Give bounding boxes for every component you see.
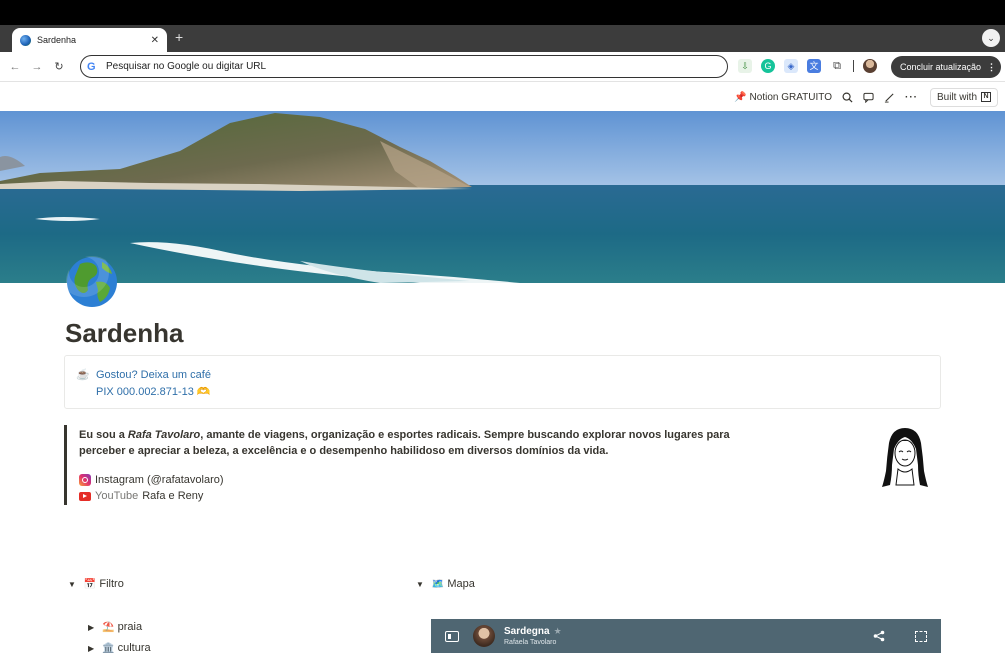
coffee-link[interactable]: Gostou? Deixa um café <box>96 369 211 381</box>
edit-pencil-icon[interactable] <box>884 92 895 103</box>
map-embed-header: Sardegna ★ Rafaela Tavolaro <box>431 619 941 653</box>
calendar-icon: 📅 <box>83 578 97 590</box>
notion-plan-label: Notion GRATUITO <box>749 91 832 103</box>
map-embed-titles: Sardegna ★ Rafaela Tavolaro <box>504 624 562 648</box>
more-vert-icon: ⋮ <box>987 61 997 72</box>
map-title: Sardegna <box>504 626 550 637</box>
back-button[interactable]: ← <box>4 61 26 73</box>
browser-tab[interactable]: Sardenha ✕ <box>12 28 167 52</box>
toggle-cultura-label: cultura <box>117 642 151 653</box>
os-top-bar <box>0 0 1005 25</box>
search-icon[interactable] <box>842 92 853 103</box>
toggle-collapsed-icon[interactable]: ▶ <box>88 623 94 632</box>
new-tab-button[interactable]: + <box>175 29 183 45</box>
extensions-area: ⇩ G ◈ 文 ⧉ <box>738 59 877 73</box>
update-button[interactable]: Concluir atualização ⋮ <box>891 56 1001 78</box>
more-options-icon[interactable]: ··· <box>905 92 918 103</box>
built-with-label: Built with <box>936 91 977 103</box>
pix-link[interactable]: PIX 000.002.871-13 🫶 <box>96 385 211 398</box>
google-icon: G <box>87 60 96 73</box>
profile-avatar-icon[interactable] <box>863 59 877 73</box>
toggle-cultura[interactable]: ▶ 🏛️ cultura <box>88 642 151 653</box>
author-avatar <box>473 625 495 647</box>
extensions-puzzle-icon[interactable]: ⧉ <box>830 59 844 73</box>
youtube-label: Rafa e Reny <box>142 490 204 502</box>
bio-name: Rafa Tavolaro <box>127 429 201 441</box>
beach-umbrella-icon: ⛱️ <box>102 621 115 633</box>
pushpin-icon: 📌 <box>734 91 747 103</box>
address-bar-placeholder: Pesquisar no Google ou digitar URL <box>106 61 267 72</box>
map-icon: 🗺️ <box>431 578 445 590</box>
notion-logo-icon: N <box>981 92 991 102</box>
extension-download-icon[interactable]: ⇩ <box>738 59 752 73</box>
comment-icon[interactable] <box>863 92 874 103</box>
fullscreen-icon[interactable] <box>915 631 927 642</box>
globe-favicon-icon <box>20 34 31 46</box>
extension-grammarly-icon[interactable]: G <box>761 59 775 73</box>
toggle-mapa-label: Mapa <box>447 578 475 590</box>
toggle-praia-label: praia <box>117 621 143 633</box>
coffee-callout: ☕ Gostou? Deixa um café PIX 000.002.871-… <box>64 355 941 409</box>
share-icon[interactable] <box>873 630 885 642</box>
tab-title: Sardenha <box>37 35 77 45</box>
notion-topbar: 📌 Notion GRATUITO ··· Built with N <box>0 83 1005 111</box>
toggle-expanded-icon[interactable]: ▼ <box>68 580 76 589</box>
toggle-praia[interactable]: ▶ ⛱️ praia <box>88 621 142 633</box>
bio-text: Eu sou a Rafa Tavolaro, amante de viagen… <box>79 427 769 459</box>
globe-page-icon[interactable] <box>66 256 118 308</box>
instagram-link[interactable]: Instagram (@rafatavolaro) <box>79 474 224 486</box>
youtube-link[interactable]: YouTube Rafa e Reny <box>79 490 203 502</box>
forward-button[interactable]: → <box>26 61 48 73</box>
update-button-label: Concluir atualização <box>900 62 982 72</box>
tab-close-icon[interactable]: ✕ <box>151 35 159 46</box>
extension-translate-icon[interactable]: 文 <box>807 59 821 73</box>
toggle-filtro[interactable]: ▼ 📅 Filtro <box>68 578 124 590</box>
toggle-expanded-icon[interactable]: ▼ <box>416 580 424 589</box>
toggle-collapsed-icon[interactable]: ▶ <box>88 644 94 653</box>
sidebar-toggle-icon[interactable] <box>445 630 459 642</box>
tab-strip: Sardenha ✕ + ⌄ <box>0 25 1005 52</box>
toolbar-divider <box>853 60 854 72</box>
address-bar[interactable]: G Pesquisar no Google ou digitar URL <box>80 55 728 78</box>
bio-prefix: Eu sou a <box>79 429 128 441</box>
page-cover-image <box>0 111 1005 283</box>
page-title: Sardenha <box>65 318 184 348</box>
tab-search-menu-icon[interactable]: ⌄ <box>982 29 1000 47</box>
star-icon[interactable]: ★ <box>554 626 562 636</box>
map-author: Rafaela Tavolaro <box>504 639 557 646</box>
reload-button[interactable]: ↻ <box>48 60 70 73</box>
toggle-filtro-label: Filtro <box>99 578 124 590</box>
instagram-icon <box>79 474 91 486</box>
toggle-mapa[interactable]: ▼ 🗺️ Mapa <box>416 578 475 590</box>
author-portrait-illustration <box>882 428 928 487</box>
youtube-prefix: YouTube <box>95 490 139 502</box>
built-with-notion-button[interactable]: Built with N <box>929 87 998 107</box>
bio-quote: Eu sou a Rafa Tavolaro, amante de viagen… <box>64 425 941 505</box>
youtube-icon <box>79 491 91 501</box>
coffee-icon: ☕ <box>76 369 90 381</box>
extension-shield-icon[interactable]: ◈ <box>784 59 798 73</box>
classical-building-icon: 🏛️ <box>102 642 115 653</box>
browser-toolbar: ← → ↻ G Pesquisar no Google ou digitar U… <box>0 52 1005 82</box>
instagram-label: Instagram (@rafatavolaro) <box>95 474 224 486</box>
notion-plan-badge[interactable]: 📌 Notion GRATUITO <box>734 92 832 103</box>
